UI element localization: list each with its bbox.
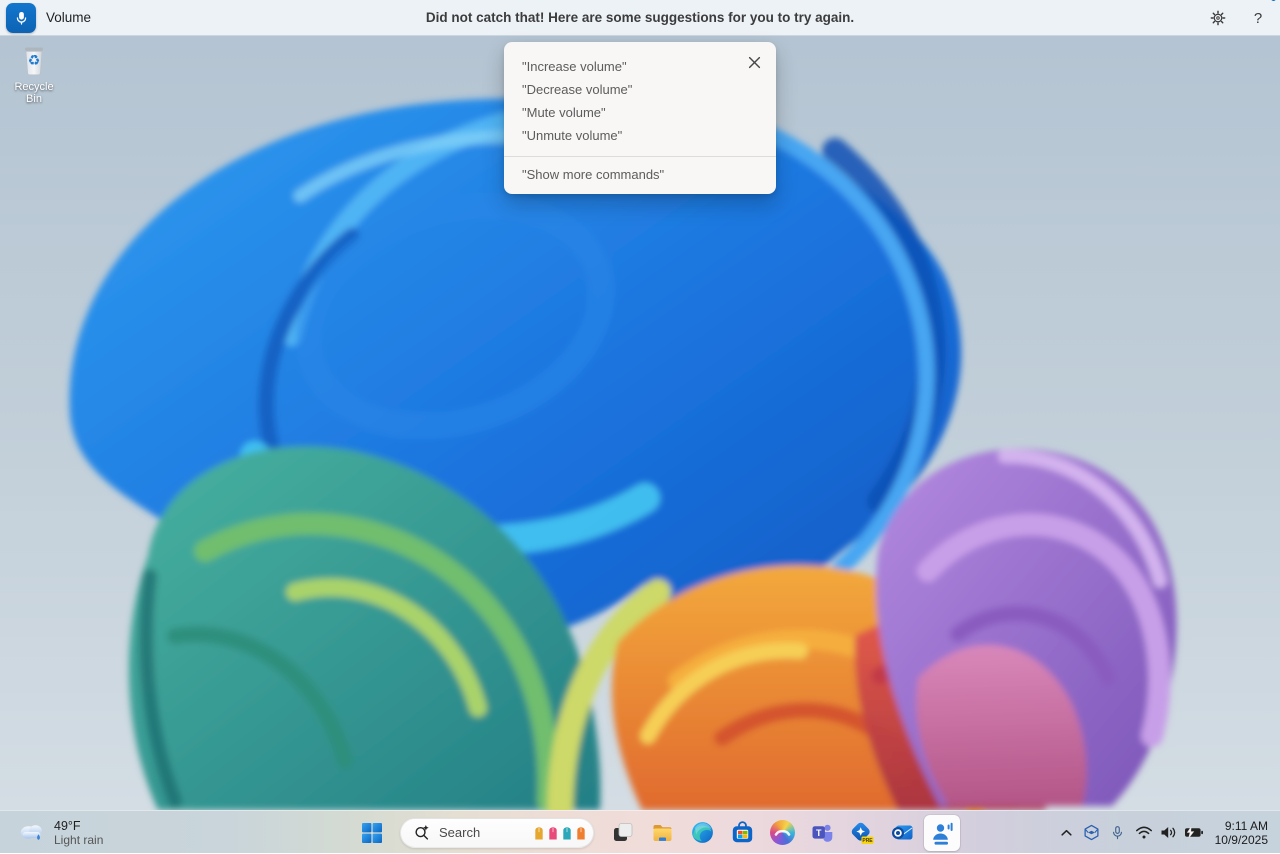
suggestion-increase-volume[interactable]: "Increase volume" xyxy=(522,55,758,78)
tray-microphone-button[interactable] xyxy=(1105,816,1130,850)
teams-icon: T xyxy=(810,820,835,845)
popup-close-button[interactable] xyxy=(744,52,764,72)
microsoft-store-icon xyxy=(730,820,755,845)
start-button[interactable] xyxy=(352,813,392,853)
recycle-bin-label: Recycle Bin xyxy=(6,81,62,105)
outlook-icon xyxy=(890,820,915,845)
dev-box-icon xyxy=(1083,824,1100,841)
search-highlight-coats xyxy=(533,825,587,841)
coat-teal-icon xyxy=(561,825,573,841)
svg-text:T: T xyxy=(815,828,821,838)
voice-access-app-button[interactable] xyxy=(924,815,960,851)
edge-icon xyxy=(690,820,715,845)
teams-button[interactable]: T xyxy=(802,813,842,853)
svg-text:PRE: PRE xyxy=(862,838,873,844)
recycle-bin-shortcut[interactable]: ♻ Recycle Bin xyxy=(6,42,62,105)
search-placeholder: Search xyxy=(439,825,533,840)
voice-settings-button[interactable] xyxy=(1206,6,1230,30)
store-button[interactable] xyxy=(722,813,762,853)
wifi-icon xyxy=(1135,825,1153,840)
task-view-button[interactable] xyxy=(602,813,642,853)
chevron-up-icon xyxy=(1060,827,1073,839)
voice-access-icon xyxy=(930,820,955,846)
recycle-symbol: ♻ xyxy=(17,52,51,69)
copilot-button[interactable] xyxy=(762,813,802,853)
suggestion-show-more-commands[interactable]: "Show more commands" xyxy=(504,157,776,194)
search-box[interactable]: Search xyxy=(400,818,594,848)
coat-orange-icon xyxy=(575,825,587,841)
voice-mic-button[interactable] xyxy=(6,3,36,33)
weather-widget[interactable]: 49°F Light rain xyxy=(12,811,109,854)
preview-app-icon: PRE xyxy=(849,820,875,846)
voice-help-button[interactable]: ? xyxy=(1246,6,1270,30)
task-view-icon xyxy=(610,820,635,845)
suggestion-unmute-volume[interactable]: "Unmute volume" xyxy=(522,124,758,147)
tray-show-hidden-icons-button[interactable] xyxy=(1055,816,1078,850)
copilot-icon xyxy=(770,820,795,845)
close-icon xyxy=(748,56,761,69)
search-icon xyxy=(413,824,430,841)
windows-logo-icon xyxy=(361,822,383,844)
clock-date: 10/9/2025 xyxy=(1215,833,1268,847)
weather-rain-icon xyxy=(18,821,46,844)
weather-temperature: 49°F xyxy=(54,819,103,833)
voice-mode-label: Volume xyxy=(46,0,91,36)
voice-access-bar: Volume Did not catch that! Here are some… xyxy=(0,0,1280,36)
tray-quick-settings-button[interactable] xyxy=(1130,816,1209,850)
help-notification-dot xyxy=(1271,0,1276,1)
clock-widget[interactable]: 9:11 AM 10/9/2025 xyxy=(1209,816,1276,850)
file-explorer-button[interactable] xyxy=(642,813,682,853)
voice-suggestions-popup: "Increase volume" "Decrease volume" "Mut… xyxy=(504,42,776,194)
microphone-icon xyxy=(13,10,30,27)
weather-condition: Light rain xyxy=(54,833,103,847)
gear-icon xyxy=(1209,9,1227,27)
suggestion-mute-volume[interactable]: "Mute volume" xyxy=(522,101,758,124)
preview-app-button[interactable]: PRE xyxy=(842,813,882,853)
coat-pink-icon xyxy=(547,825,559,841)
edge-button[interactable] xyxy=(682,813,722,853)
battery-charging-icon xyxy=(1184,826,1204,839)
outlook-button[interactable] xyxy=(882,813,922,853)
coat-yellow-icon xyxy=(533,825,545,841)
tray-microphone-icon xyxy=(1110,825,1125,841)
help-icon: ? xyxy=(1254,10,1262,27)
clock-time: 9:11 AM xyxy=(1215,819,1268,833)
volume-icon xyxy=(1160,825,1177,840)
voice-feedback-message: Did not catch that! Here are some sugges… xyxy=(0,0,1280,36)
taskbar: 49°F Light rain Search xyxy=(0,810,1280,853)
tray-dev-box-button[interactable] xyxy=(1078,816,1105,850)
file-explorer-icon xyxy=(650,820,675,845)
suggestion-decrease-volume[interactable]: "Decrease volume" xyxy=(522,78,758,101)
